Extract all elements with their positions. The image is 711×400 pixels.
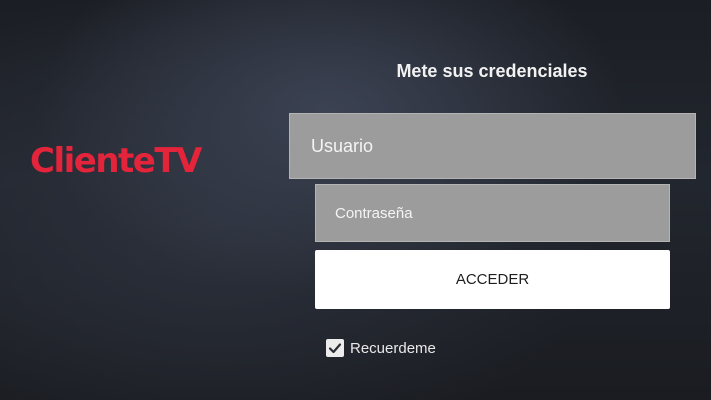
remember-me-option[interactable]: Recuerdeme (326, 339, 436, 357)
checkmark-icon (328, 343, 342, 354)
username-placeholder: Usuario (311, 135, 374, 156)
remember-label: Recuerdeme (350, 339, 436, 357)
password-placeholder: Contraseña (335, 204, 413, 222)
remember-checkbox[interactable] (326, 339, 344, 357)
password-input[interactable]: Contraseña (315, 184, 670, 242)
clientetv-logo: ClienteTV (30, 141, 202, 181)
username-input[interactable]: Usuario (289, 113, 696, 179)
login-button[interactable]: ACCEDER (315, 250, 670, 309)
login-heading: Mete sus credenciales (396, 61, 588, 81)
